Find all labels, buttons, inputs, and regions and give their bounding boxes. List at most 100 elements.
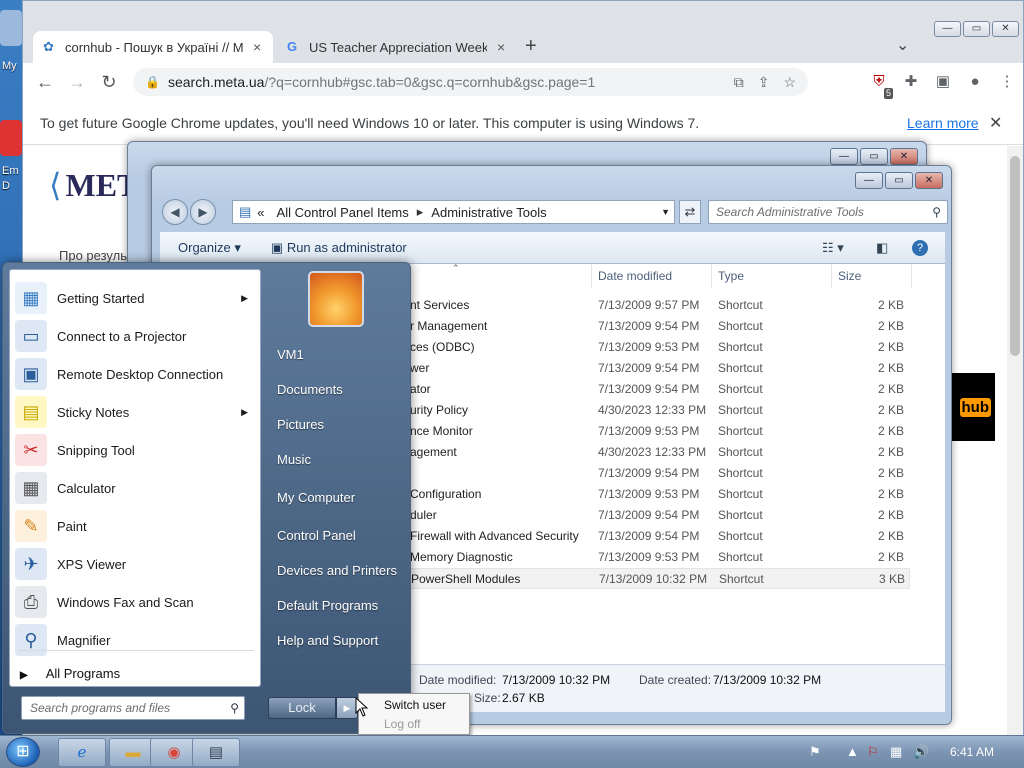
file-row[interactable]: urity Policy 4/30/2023 12:33 PM Shortcut 2 …: [410, 400, 910, 421]
network-icon[interactable]: ▦: [890, 744, 902, 760]
back-arrow-icon[interactable]: ◀: [162, 199, 188, 225]
start-menu-item[interactable]: ▦ Calculator: [10, 469, 260, 507]
share-icon[interactable]: ⇪: [758, 74, 770, 91]
tab-close-icon[interactable]: ×: [497, 39, 505, 55]
chrome-taskbar-icon[interactable]: ◉: [150, 738, 198, 767]
reload-icon[interactable]: ↻: [93, 66, 125, 98]
side-panel-icon[interactable]: ▣: [927, 69, 959, 95]
maximize-button[interactable]: ▭: [860, 148, 888, 165]
close-button[interactable]: ✕: [890, 148, 918, 165]
search-icon[interactable]: ⚲: [230, 697, 239, 719]
back-arrow-icon[interactable]: ←: [29, 66, 61, 98]
start-menu-link[interactable]: Devices and Printers: [277, 563, 397, 578]
start-menu-link[interactable]: Default Programs: [277, 598, 378, 613]
start-menu-item[interactable]: ✈ XPS Viewer: [10, 545, 260, 583]
start-menu-link[interactable]: Help and Support: [277, 633, 378, 648]
profile-avatar-icon[interactable]: ●: [959, 69, 991, 95]
start-search-input[interactable]: Search programs and files ⚲: [21, 696, 245, 720]
desktop-icon-email[interactable]: [0, 120, 22, 156]
minimize-button[interactable]: —: [934, 21, 961, 37]
switch-user-menu-item[interactable]: Switch user: [384, 698, 446, 712]
start-menu-item[interactable]: ✂ Snipping Tool: [10, 431, 260, 469]
start-button[interactable]: ⊞: [6, 737, 40, 767]
breadcrumb-control-panel[interactable]: All Control Panel Items: [277, 205, 409, 220]
page-scrollbar[interactable]: [1007, 146, 1023, 741]
minimize-button[interactable]: —: [830, 148, 858, 165]
views-icon[interactable]: ☷ ▾: [822, 240, 844, 256]
address-bar[interactable]: 🔒 search.meta.ua/?q=cornhub#gsc.tab=0&gs…: [133, 68, 808, 96]
volume-icon[interactable]: 🔊: [913, 744, 929, 760]
log-off-menu-item[interactable]: Log off: [384, 717, 420, 731]
column-date-modified[interactable]: Date modified: [592, 264, 712, 288]
start-menu-link[interactable]: Music: [277, 452, 311, 467]
start-menu-item[interactable]: ▭ Connect to a Projector: [10, 317, 260, 355]
desktop-icon-computer[interactable]: [0, 10, 22, 46]
refresh-icon[interactable]: ⇄: [679, 200, 701, 224]
translate-icon[interactable]: ⧉: [734, 74, 744, 91]
file-row[interactable]: nce Monitor 7/13/2009 9:53 PM Shortcut 2 KB: [410, 421, 910, 442]
start-menu-link[interactable]: Control Panel: [277, 528, 356, 543]
forward-arrow-icon[interactable]: →: [61, 66, 93, 98]
close-button[interactable]: ✕: [992, 21, 1019, 37]
tab-cornhub-search[interactable]: ✿ cornhub - Пошук в Україні // Ме ×: [33, 31, 273, 63]
result-thumbnail[interactable]: hub: [951, 373, 995, 441]
file-row[interactable]: duler 7/13/2009 9:54 PM Shortcut 2 KB: [410, 505, 910, 526]
breadcrumb-admin-tools[interactable]: Administrative Tools: [431, 205, 546, 220]
tab-search-button[interactable]: ⌄: [896, 35, 909, 55]
file-row[interactable]: Memory Diagnostic 7/13/2009 9:53 PM Shortc…: [410, 547, 910, 568]
clock-time[interactable]: 6:41 AM: [950, 745, 994, 759]
breadcrumb-overflow[interactable]: «: [257, 205, 264, 220]
start-menu-item[interactable]: ⎙ Windows Fax and Scan: [10, 583, 260, 621]
lock-button[interactable]: Lock: [268, 697, 336, 719]
internet-explorer-taskbar-icon[interactable]: ℯ: [58, 738, 106, 767]
organize-button[interactable]: Organize ▾: [178, 240, 241, 256]
file-row[interactable]: Configuration 7/13/2009 9:53 PM Shortcut 2 …: [410, 484, 910, 505]
minimize-button[interactable]: —: [855, 172, 883, 189]
file-row[interactable]: Firewall with Advanced Security 7/13/2009…: [410, 526, 910, 547]
run-as-admin-button[interactable]: ▣ Run as administrator: [271, 240, 407, 256]
preview-pane-icon[interactable]: ◧: [876, 240, 888, 256]
chevron-down-icon[interactable]: ▼: [661, 207, 670, 217]
start-menu-link[interactable]: Documents: [277, 382, 343, 397]
file-row[interactable]: 7/13/2009 9:54 PM Shortcut 2 KB: [410, 463, 910, 484]
file-row[interactable]: ces (ODBC) 7/13/2009 9:53 PM Shortcut 2 KB: [410, 337, 910, 358]
action-center-icon[interactable]: ⚑: [809, 744, 821, 760]
new-tab-button[interactable]: +: [525, 35, 537, 58]
learn-more-link[interactable]: Learn more: [907, 115, 979, 131]
start-menu-item[interactable]: ✎ Paint: [10, 507, 260, 545]
forward-arrow-icon[interactable]: ▶: [190, 199, 216, 225]
show-hidden-icons-icon[interactable]: ▲: [846, 744, 859, 759]
start-menu-link[interactable]: VM1: [277, 347, 304, 362]
ublock-extension-icon[interactable]: ⛨ 5: [863, 69, 895, 99]
file-row[interactable]: wer 7/13/2009 9:54 PM Shortcut 2 KB: [410, 358, 910, 379]
all-programs-button[interactable]: ▶ All Programs: [20, 666, 120, 681]
control-panel-taskbar-icon[interactable]: ▤: [192, 738, 240, 767]
file-row[interactable]: r Management 7/13/2009 9:54 PM Shortcut 2 K…: [410, 316, 910, 337]
maximize-button[interactable]: ▭: [885, 172, 913, 189]
extensions-puzzle-icon[interactable]: ✚: [895, 69, 927, 95]
file-row[interactable]: agement 4/30/2023 12:33 PM Shortcut 2 KB: [410, 442, 910, 463]
start-menu-link[interactable]: My Computer: [277, 490, 355, 505]
start-menu-item[interactable]: ▣ Remote Desktop Connection: [10, 355, 260, 393]
start-menu-item[interactable]: ▦ Getting Started ▶: [10, 279, 260, 317]
maximize-button[interactable]: ▭: [963, 21, 990, 37]
menu-dots-icon[interactable]: ⋮: [991, 69, 1023, 95]
explorer-search-input[interactable]: Search Administrative Tools ⚲: [708, 200, 948, 224]
file-row[interactable]: PowerShell Modules 7/13/2009 10:32 PM Shor…: [410, 568, 910, 589]
close-button[interactable]: ✕: [915, 172, 943, 189]
start-menu-item[interactable]: ▤ Sticky Notes ▶: [10, 393, 260, 431]
tab-teacher-appreciation[interactable]: G US Teacher Appreciation Week - ×: [277, 31, 517, 63]
lock-icon[interactable]: 🔒: [145, 75, 160, 89]
infobar-close-icon[interactable]: ✕: [989, 113, 1002, 133]
bookmark-star-icon[interactable]: ☆: [783, 74, 796, 91]
meta-logo[interactable]: ⟨ МЕТ: [49, 166, 138, 204]
tab-close-icon[interactable]: ×: [253, 39, 261, 55]
explorer-address-bar[interactable]: ▤ « All Control Panel Items ▸ Administra…: [232, 200, 675, 224]
security-flag-icon[interactable]: ⚐: [867, 744, 879, 760]
file-row[interactable]: ator 7/13/2009 9:54 PM Shortcut 2 KB: [410, 379, 910, 400]
breadcrumb-separator-icon[interactable]: ▸: [417, 204, 424, 220]
user-avatar[interactable]: [308, 271, 364, 327]
start-menu-link[interactable]: Pictures: [277, 417, 324, 432]
file-row[interactable]: nt Services 7/13/2009 9:57 PM Shortcut 2 KB: [410, 295, 910, 316]
help-icon[interactable]: ?: [912, 239, 928, 256]
